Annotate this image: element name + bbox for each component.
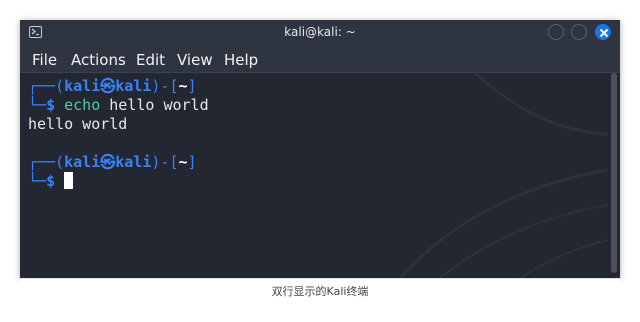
prompt-close-bracket: ] [187, 153, 197, 171]
prompt-dollar: $ [46, 172, 56, 190]
maximize-button[interactable] [571, 24, 587, 40]
prompt-box-top: ┌── [28, 77, 56, 95]
command-output: hello world [28, 115, 128, 133]
command-line-2[interactable]: └─$ [28, 172, 74, 191]
image-caption: 双行显示的Kali终端 [20, 278, 620, 305]
prompt-directory: ~ [178, 153, 188, 171]
prompt-box-top: ┌── [28, 153, 56, 171]
prompt-directory: ~ [178, 77, 188, 95]
prompt-host: kali [115, 77, 152, 95]
menu-actions[interactable]: Actions [71, 51, 126, 69]
scrollbar-thumb[interactable] [611, 73, 617, 273]
terminal-window: kali@kali: ~ File Actions Edit View Help… [20, 20, 620, 278]
terminal-area[interactable]: ┌──(kali㉿kali)-[~] └─$ echo hello world … [20, 73, 606, 278]
title-bar[interactable]: kali@kali: ~ [20, 20, 620, 46]
prompt-line-1: ┌──(kali㉿kali)-[~] [28, 77, 197, 96]
prompt-box-bottom: └─ [28, 172, 47, 190]
prompt-close-bracket: ] [187, 77, 197, 95]
menu-view[interactable]: View [177, 51, 213, 69]
prompt-open-paren: ( [55, 153, 65, 171]
command-line-1: └─$ echo hello world [28, 96, 209, 115]
prompt-user: kali [64, 77, 101, 95]
prompt-box-bottom: └─ [28, 96, 47, 114]
window-title: kali@kali: ~ [284, 25, 356, 39]
prompt-skull-icon: ㉿ [100, 77, 116, 95]
prompt-skull-icon: ㉿ [100, 153, 116, 171]
close-icon [599, 28, 609, 38]
menu-file[interactable]: File [32, 51, 57, 69]
menu-help[interactable]: Help [224, 51, 258, 69]
menu-bar: File Actions Edit View Help [20, 46, 620, 73]
prompt-line-2: ┌──(kali㉿kali)-[~] [28, 153, 197, 172]
prompt-user: kali [64, 153, 101, 171]
prompt-dollar: $ [46, 96, 56, 114]
vertical-scrollbar[interactable] [608, 73, 620, 278]
text-cursor[interactable] [64, 172, 74, 189]
prompt-host: kali [115, 153, 152, 171]
command-args: hello world [109, 96, 209, 114]
close-button[interactable] [595, 24, 611, 40]
prompt-open-paren: ( [55, 77, 65, 95]
menu-edit[interactable]: Edit [136, 51, 165, 69]
minimize-button[interactable] [548, 24, 564, 40]
command-name: echo [64, 96, 101, 114]
